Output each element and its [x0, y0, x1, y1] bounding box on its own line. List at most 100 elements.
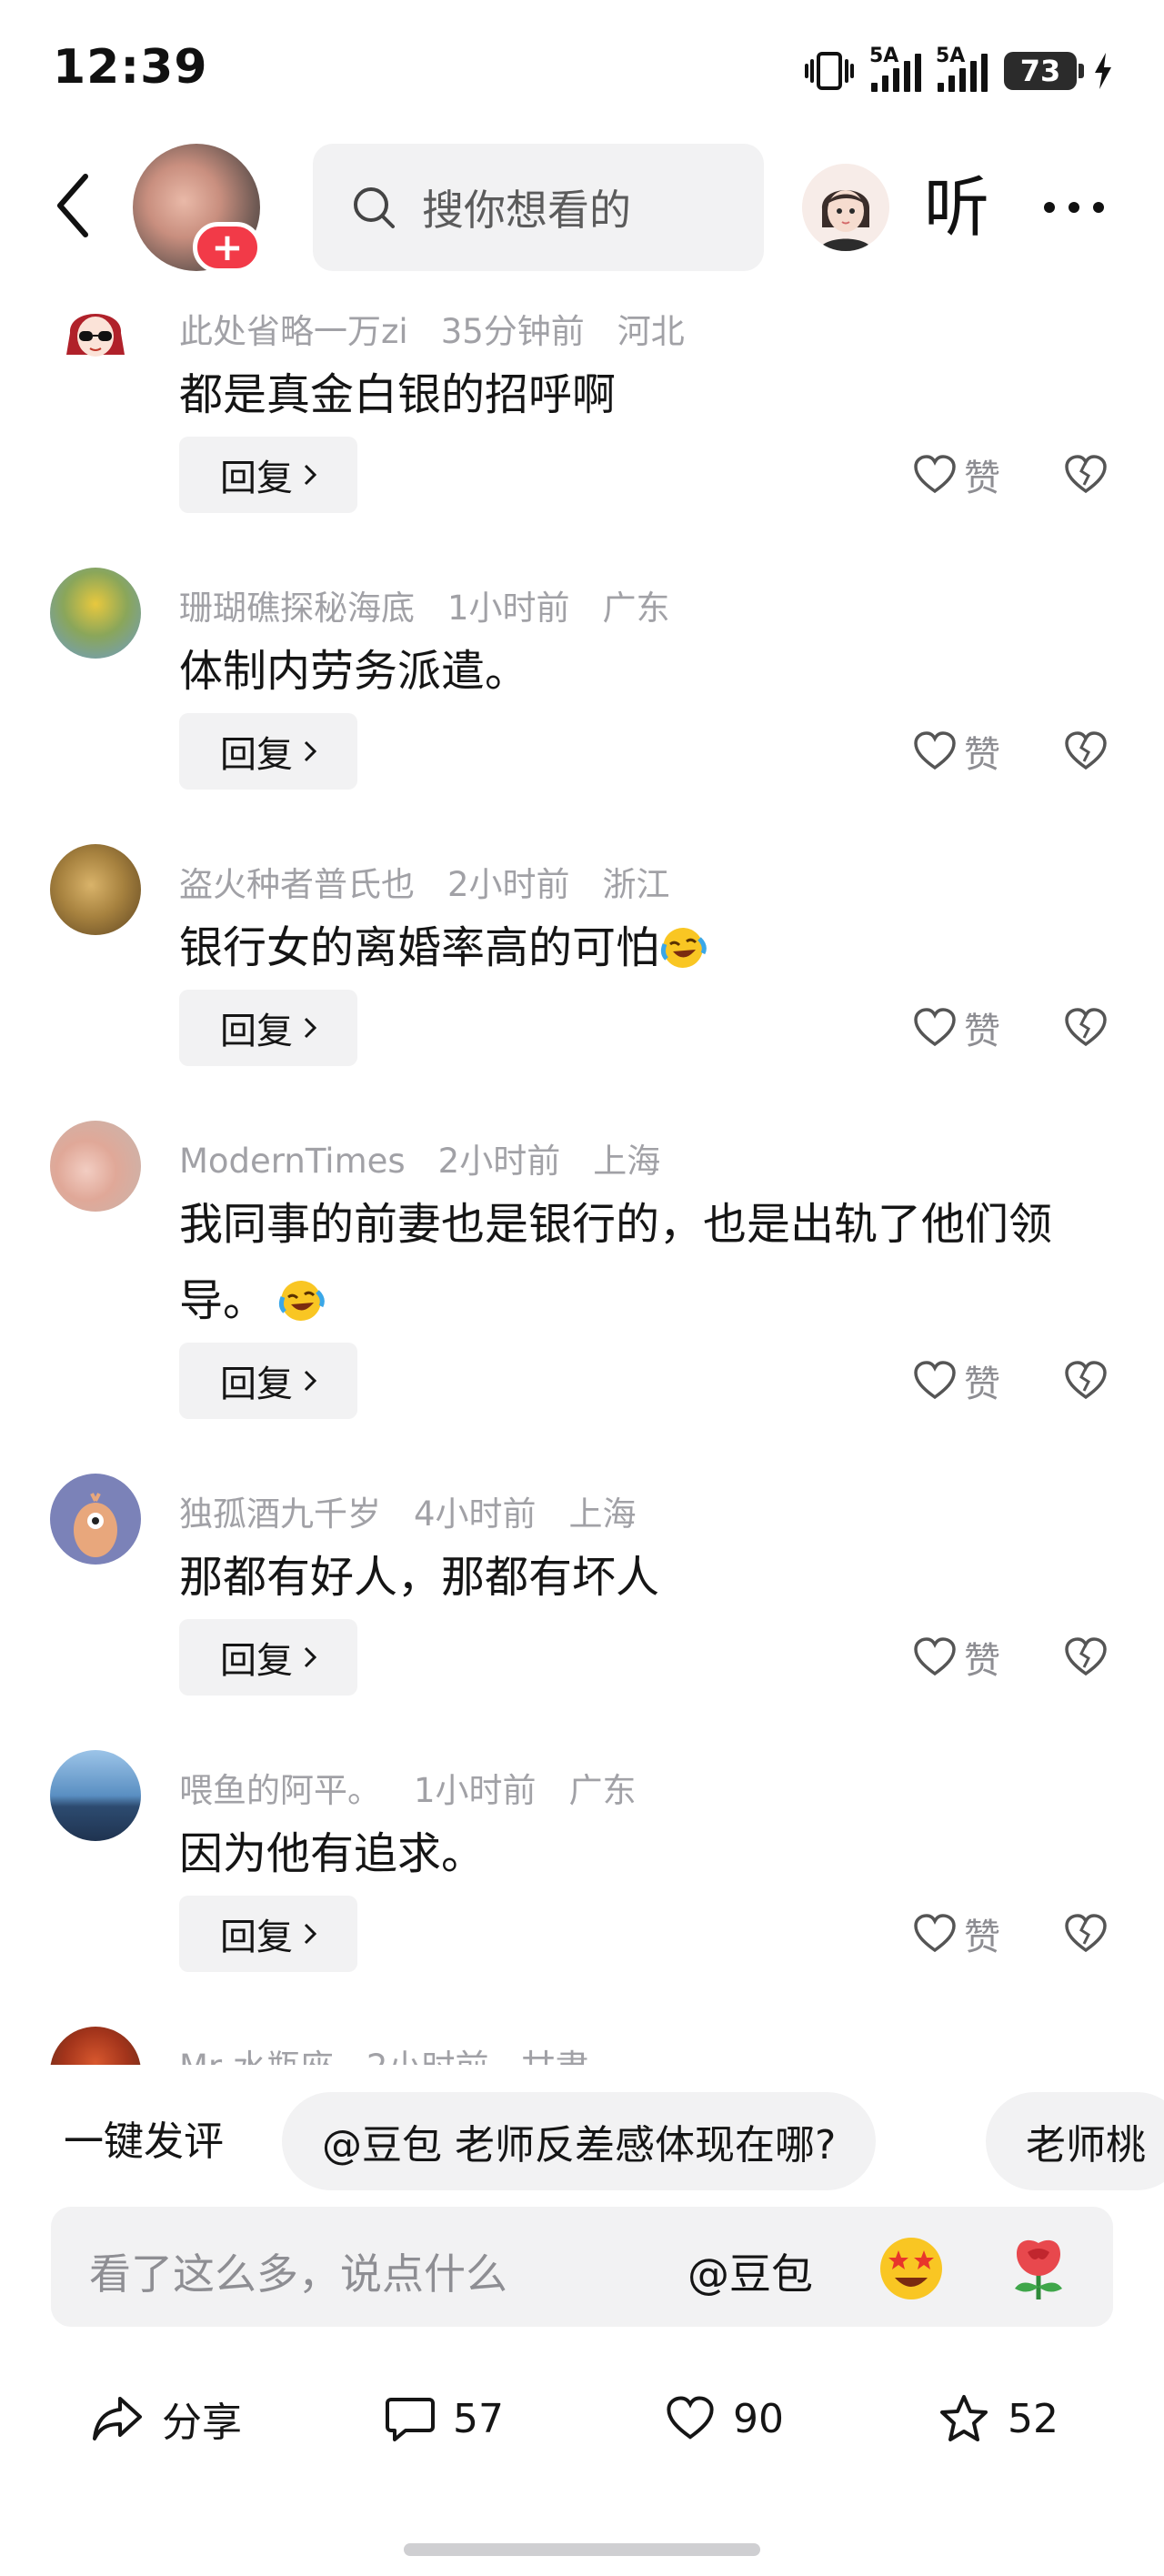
listen-button[interactable]: 听: [924, 164, 989, 251]
comment-location: 甘肃: [521, 2048, 588, 2065]
comment-location: 上海: [593, 1142, 661, 1181]
commenter-name: Mr 水瓶座: [179, 2048, 334, 2065]
heart-icon: [914, 455, 956, 494]
back-button[interactable]: [45, 169, 100, 242]
commenter-name: 独孤酒九千岁: [179, 1494, 381, 1534]
dislike-button[interactable]: [1064, 1343, 1111, 1419]
follow-button[interactable]: +: [193, 222, 262, 273]
favorite-count-button[interactable]: 52: [938, 2378, 1059, 2460]
reply-button[interactable]: 回复: [179, 437, 357, 513]
assistant-avatar[interactable]: [802, 164, 889, 251]
like-button[interactable]: 赞: [913, 1896, 1022, 1972]
comment-text: 那都有好人，那都有坏人: [179, 1552, 660, 1603]
commenter-avatar[interactable]: [50, 1750, 141, 1841]
quick-reply-bar: 一键发评 @豆包 老师反差感体现在哪? 老师桃: [0, 2083, 1164, 2192]
comment-text: 都是真金白银的招呼啊: [179, 369, 617, 420]
comment-meta: Mr 水瓶座 2小时前 甘肃: [179, 2039, 621, 2065]
comment-location: 广东: [568, 1771, 637, 1810]
comment-input-placeholder: 看了这么多，说点什么: [89, 2249, 507, 2299]
vibrate-icon: [805, 52, 854, 90]
chevron-left-icon: [57, 174, 88, 237]
heart-icon: [914, 731, 956, 770]
reply-button[interactable]: 回复: [179, 713, 357, 790]
more-options-icon[interactable]: [1044, 164, 1104, 251]
comment-meta: 独孤酒九千岁 4小时前 上海: [179, 1486, 669, 1535]
reply-button[interactable]: 回复: [179, 990, 357, 1066]
comment-time: 2小时前: [437, 1142, 561, 1181]
chevron-right-icon: [304, 740, 316, 762]
battery-level: 73: [1019, 54, 1061, 88]
like-button[interactable]: 赞: [913, 1343, 1022, 1419]
commenter-avatar[interactable]: [50, 844, 141, 935]
comment-list[interactable]: 此处省略一万zi 35分钟前 河北 都是真金白银的招呼啊 回复 赞 珊瑚礁探秘海底 1…: [0, 273, 1164, 2065]
commenter-name: 喂鱼的阿平。: [179, 1771, 381, 1810]
dislike-button[interactable]: [1064, 990, 1111, 1066]
comment-time: 2小时前: [447, 865, 570, 904]
chevron-right-icon: [304, 464, 316, 486]
like-button[interactable]: 赞: [913, 990, 1022, 1066]
broken-heart-icon: [1065, 731, 1107, 770]
comment-input[interactable]: 看了这么多，说点什么 @豆包: [51, 2207, 1113, 2327]
home-indicator[interactable]: [404, 2543, 760, 2556]
like-button[interactable]: 赞: [913, 713, 1022, 790]
comment-time: 35分钟前: [440, 312, 585, 351]
reply-button[interactable]: 回复: [179, 1896, 357, 1972]
dislike-button[interactable]: [1064, 1619, 1111, 1696]
laughing-crying-emoji-icon: [660, 928, 707, 968]
status-time: 12:39: [53, 40, 208, 95]
comment-time: 1小时前: [447, 589, 570, 628]
broken-heart-icon: [1065, 1361, 1107, 1400]
quick-reply-chip[interactable]: 老师桃: [986, 2092, 1164, 2190]
comment-meta: ModernTimes 2小时前 上海: [179, 1133, 693, 1182]
share-button[interactable]: 分享: [91, 2378, 242, 2460]
chevron-right-icon: [304, 1923, 316, 1945]
broken-heart-icon: [1065, 455, 1107, 494]
commenter-avatar[interactable]: [50, 291, 141, 382]
comment-text: 体制内劳务派遣。: [179, 646, 529, 697]
comment-text: 银行女的离婚率高的可怕: [179, 910, 1125, 986]
dislike-button[interactable]: [1064, 713, 1111, 790]
comment-location: 浙江: [602, 865, 670, 904]
dislike-button[interactable]: [1064, 437, 1111, 513]
comment-icon: [386, 2398, 435, 2441]
signal-icon-2: 5A: [936, 45, 988, 92]
comment-text: 我同事的前妻也是银行的，也是出轨了他们领导。: [179, 1199, 1053, 1326]
heart-icon: [914, 1008, 956, 1047]
search-input[interactable]: 搜你想看的: [313, 144, 764, 271]
chevron-right-icon: [304, 1017, 316, 1039]
commenter-name: ModernTimes: [179, 1142, 406, 1181]
like-button[interactable]: 赞: [913, 1619, 1022, 1696]
commenter-avatar[interactable]: [50, 1474, 141, 1565]
quick-reply-chip[interactable]: @豆包 老师反差感体现在哪?: [282, 2092, 877, 2190]
comment-time: 4小时前: [414, 1494, 537, 1534]
commenter-avatar[interactable]: [50, 2027, 141, 2065]
chevron-right-icon: [304, 1646, 316, 1668]
commenter-avatar[interactable]: [50, 568, 141, 659]
comment-meta: 此处省略一万zi 35分钟前 河北: [179, 304, 717, 353]
like-button[interactable]: 赞: [913, 437, 1022, 513]
share-icon: [93, 2397, 142, 2440]
reply-button[interactable]: 回复: [179, 1343, 357, 1419]
header: + 搜你想看的 听: [0, 136, 1164, 273]
like-count-button[interactable]: 90: [666, 2378, 784, 2460]
commenter-name: 盗火种者普氏也: [179, 865, 415, 904]
star-eyes-emoji-icon[interactable]: [875, 2230, 948, 2303]
commenter-name: 此处省略一万zi: [179, 312, 408, 351]
commenter-avatar[interactable]: [50, 1121, 141, 1212]
commenter-name: 珊瑚礁探秘海底: [179, 589, 415, 628]
rose-emoji-icon[interactable]: [1002, 2230, 1075, 2303]
comment-time: 1小时前: [414, 1771, 537, 1810]
quick-reply-label: 一键发评: [64, 2118, 224, 2165]
dislike-button[interactable]: [1064, 1896, 1111, 1972]
mention-doubao-button[interactable]: @豆包: [687, 2241, 813, 2301]
comment-location: 上海: [568, 1494, 637, 1534]
charging-icon: [1095, 53, 1111, 89]
comment-time: 2小时前: [366, 2048, 489, 2065]
comment-location: 河北: [617, 312, 685, 351]
comment-count-button[interactable]: 57: [386, 2378, 504, 2460]
signal-icon-1: 5A: [869, 45, 921, 92]
reply-button[interactable]: 回复: [179, 1619, 357, 1696]
chevron-right-icon: [304, 1370, 316, 1392]
heart-icon: [667, 2396, 714, 2440]
status-icons: 5A 5A 73: [804, 45, 1113, 95]
